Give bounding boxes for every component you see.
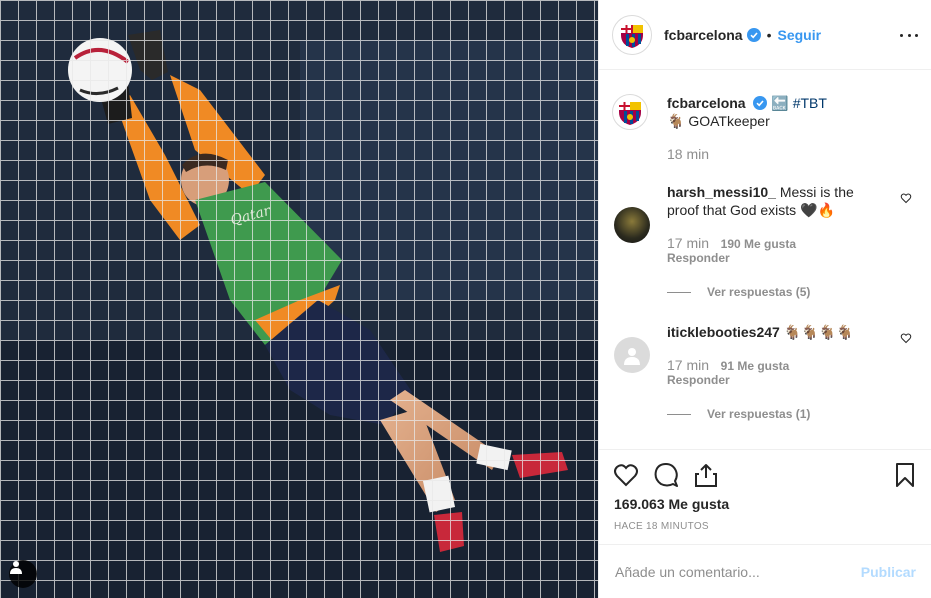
comment-time: 17 min — [667, 357, 710, 373]
comment-body-cont: proof that God exists 🖤🔥 — [667, 202, 835, 218]
comment-input[interactable] — [615, 563, 861, 580]
commenter-avatar[interactable] — [614, 337, 650, 373]
verified-badge-icon — [753, 96, 768, 110]
post-sidebar: fcbarcelona • Seguir fcbarcelona 🔙 #TBT … — [598, 0, 931, 598]
caption-avatar[interactable] — [612, 94, 648, 130]
comment-body: 🐐🐐🐐🐐 — [783, 324, 854, 340]
follow-button[interactable]: Seguir — [778, 27, 822, 43]
separator-dot: • — [766, 26, 772, 43]
goalkeeper-photo: Qatar — [0, 0, 598, 598]
comment-likes[interactable]: 190 Me gusta — [721, 237, 796, 251]
author-username[interactable]: fcbarcelona — [664, 27, 743, 43]
caption-text: fcbarcelona 🔙 #TBT 🐐 GOATkeeper — [667, 94, 827, 130]
caption-time: 18 min — [667, 146, 710, 162]
comment-meta: 17 min 190 Me gusta — [667, 235, 796, 251]
default-avatar-icon — [624, 348, 640, 365]
verified-badge-icon — [746, 27, 761, 42]
reply-button[interactable]: Responder — [667, 251, 730, 265]
caption-row: fcbarcelona 🔙 #TBT 🐐 GOATkeeper 18 min — [612, 94, 922, 162]
add-comment-bar: Publicar — [599, 544, 931, 598]
comment-time: 17 min — [667, 235, 710, 251]
post-actions: 169.063 Me gusta HACE 18 MINUTOS — [599, 449, 931, 544]
bookmark-icon[interactable] — [892, 462, 918, 488]
comments-list[interactable]: fcbarcelona 🔙 #TBT 🐐 GOATkeeper 18 min h… — [599, 71, 931, 449]
tagged-user-icon[interactable] — [9, 560, 37, 588]
commenter-avatar[interactable] — [614, 207, 650, 243]
caption-line1: 🔙 #TBT — [771, 95, 827, 111]
comment-bubble-icon[interactable] — [653, 462, 679, 488]
caption-username[interactable]: fcbarcelona — [667, 95, 746, 111]
comment-username[interactable]: harsh_messi10_ — [667, 184, 776, 200]
post-header: fcbarcelona • Seguir — [599, 0, 931, 70]
comment-meta: 17 min 91 Me gusta — [667, 357, 789, 373]
comment-body: Messi is the — [779, 184, 854, 200]
reply-button[interactable]: Responder — [667, 373, 730, 387]
view-replies-button[interactable]: Ver respuestas (5) — [667, 285, 810, 299]
author-avatar[interactable] — [612, 14, 652, 55]
heart-icon[interactable] — [900, 192, 912, 204]
like-count[interactable]: 169.063 Me gusta — [614, 496, 729, 512]
publish-button[interactable]: Publicar — [861, 564, 916, 580]
comment-text: harsh_messi10_ Messi is the proof that G… — [667, 183, 854, 219]
fcb-crest-icon — [621, 24, 643, 48]
post-photo[interactable]: Qatar — [0, 0, 598, 598]
comment-likes[interactable]: 91 Me gusta — [721, 359, 790, 373]
comment-text: iticklebooties247 🐐🐐🐐🐐 — [667, 323, 853, 341]
view-replies-label: Ver respuestas (1) — [707, 407, 811, 421]
view-replies-label: Ver respuestas (5) — [707, 285, 811, 299]
fcb-crest-icon — [619, 102, 641, 125]
view-replies-button[interactable]: Ver respuestas (1) — [667, 407, 810, 421]
heart-icon[interactable] — [900, 332, 912, 344]
comment-username[interactable]: iticklebooties247 — [667, 324, 780, 340]
more-options-icon[interactable] — [900, 26, 918, 44]
caption-line2: 🐐 GOATkeeper — [667, 113, 770, 129]
share-icon[interactable] — [693, 462, 719, 488]
heart-icon[interactable] — [613, 462, 639, 488]
post-timestamp: HACE 18 MINUTOS — [614, 521, 709, 532]
